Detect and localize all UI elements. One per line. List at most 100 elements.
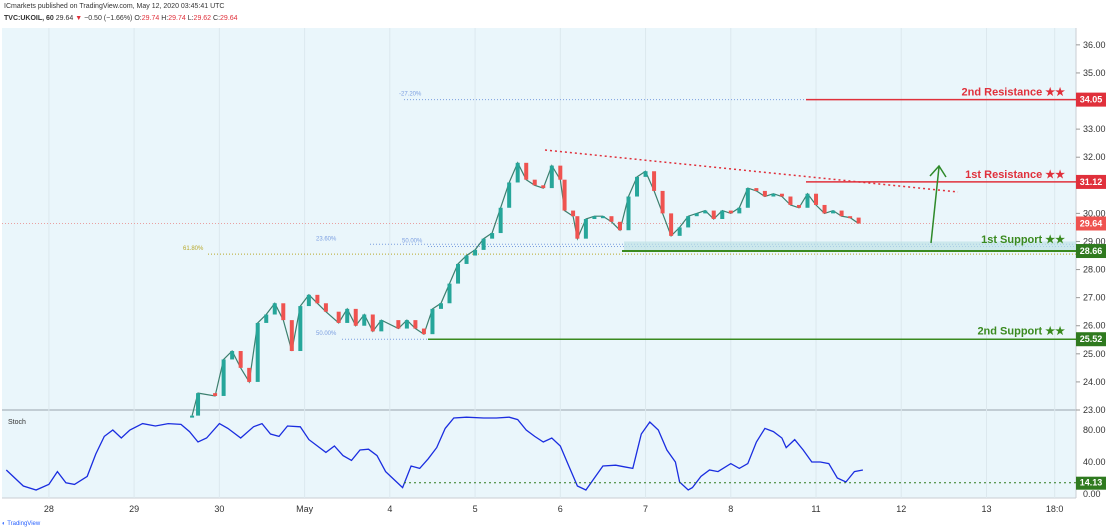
support-2-label: 2nd Support ★★ — [977, 325, 1065, 337]
price-point — [643, 171, 648, 177]
current-price-tag: 29.64 — [1076, 216, 1106, 231]
price-axis-tick-label: 36.00 — [1083, 40, 1106, 50]
price-point — [600, 216, 605, 219]
price-change: −0.50 (−1.66%) — [84, 15, 133, 22]
price-point — [771, 193, 776, 197]
price-point — [421, 328, 426, 335]
price-point — [814, 193, 819, 205]
price-point — [298, 306, 303, 352]
price-point — [255, 322, 260, 382]
price-point — [617, 221, 622, 231]
price-point — [281, 303, 286, 321]
price-point — [703, 210, 708, 214]
price-axis-tick-label: 27.00 — [1083, 293, 1106, 303]
stoch-axis-tick-label: 40.00 — [1083, 457, 1106, 467]
price-point — [306, 294, 311, 307]
fib-label-50-lower: 50.00% — [316, 331, 337, 337]
price-point — [447, 283, 452, 304]
time-axis-tick-label: 12 — [896, 504, 906, 514]
price-point — [353, 308, 358, 326]
resistance-2-label: 2nd Resistance ★★ — [962, 87, 1066, 99]
price-point — [779, 193, 784, 197]
price-point — [571, 210, 576, 217]
tradingview-logo-icon: ◐ TradingView — [2, 521, 41, 527]
symbol-line: TVC:UKOIL, 60 29.64 ▼ −0.50 (−1.66%) O:2… — [4, 15, 238, 22]
price-point — [370, 314, 375, 332]
price-axis-tick-label: 35.00 — [1083, 68, 1106, 78]
price-point — [498, 207, 503, 234]
resistance-2-price-tag: 34.05 — [1076, 92, 1106, 107]
price-point — [558, 165, 563, 180]
time-axis-tick-label: 7 — [643, 504, 648, 514]
stoch-value-tag: 14.13 — [1076, 476, 1106, 490]
price-axis-tick-label: 28.00 — [1083, 265, 1106, 275]
price-axis-tick-label: 25.00 — [1083, 349, 1106, 359]
stoch-axis-tick-label: 0.00 — [1083, 489, 1101, 499]
price-point — [264, 314, 269, 323]
price-point — [686, 216, 691, 228]
fib-label-61: 61.80% — [183, 246, 204, 252]
price-point — [481, 238, 486, 250]
price-point — [549, 165, 554, 189]
support-1-label: 1st Support ★★ — [981, 234, 1065, 246]
price-point — [413, 320, 418, 329]
price-point — [541, 185, 546, 189]
time-axis-tick-label: May — [296, 504, 314, 514]
ohlc-open: 29.74 — [141, 15, 160, 22]
price-point — [345, 308, 350, 323]
price-point — [831, 210, 836, 214]
price-point — [652, 171, 657, 191]
price-point — [694, 213, 699, 217]
price-point — [728, 210, 733, 214]
resistance-1-price-tag: 31.12 — [1076, 174, 1106, 189]
price-point — [272, 303, 277, 315]
price-axis-tick-label: 33.00 — [1083, 124, 1106, 134]
chart-canvas[interactable]: 36.0035.0034.0033.0032.0031.0030.0029.00… — [0, 28, 1113, 518]
ohlc-low: 29.62 — [193, 15, 212, 22]
price-point — [507, 182, 512, 208]
price-point — [456, 263, 461, 284]
price-point — [532, 179, 537, 186]
price-point — [575, 216, 580, 239]
ohlc-close: 29.64 — [220, 15, 238, 22]
price-point — [336, 311, 341, 323]
fib-label-neg27: -27.20% — [399, 92, 422, 98]
price-point — [473, 249, 478, 256]
time-axis-tick-label: 11 — [811, 504, 820, 514]
svg-text:31.12: 31.12 — [1080, 177, 1103, 187]
svg-text:34.05: 34.05 — [1080, 95, 1103, 105]
support-1-price-tag: 28.66 — [1076, 244, 1106, 259]
price-point — [213, 393, 218, 396]
price-point — [737, 207, 742, 214]
price-point — [515, 162, 520, 183]
fib-label-23: 23.60% — [316, 236, 337, 242]
time-axis-tick-label: 8 — [728, 504, 733, 514]
price-point — [221, 359, 226, 396]
price-point — [635, 176, 640, 197]
stoch-pane[interactable] — [2, 410, 1076, 498]
resistance-1-label: 1st Resistance ★★ — [965, 169, 1065, 181]
price-point — [230, 351, 235, 360]
price-point — [848, 216, 853, 219]
svg-text:29.64: 29.64 — [1080, 218, 1103, 228]
price-point — [839, 210, 844, 217]
price-pane[interactable] — [2, 28, 1076, 410]
time-axis-tick-label: 29 — [129, 504, 139, 514]
price-point — [745, 188, 750, 208]
price-point — [396, 320, 401, 329]
time-axis-tick-label: 30 — [214, 504, 224, 514]
price-point — [362, 314, 367, 326]
svg-text:28.66: 28.66 — [1080, 246, 1103, 256]
price-point — [289, 320, 294, 352]
ohlc-high: 29.74 — [168, 15, 186, 22]
change-down-icon: ▼ — [75, 15, 83, 22]
time-axis-tick-label: 13 — [981, 504, 991, 514]
support-2-price-tag: 25.52 — [1076, 332, 1106, 347]
time-axis-tick-label: 5 — [473, 504, 478, 514]
price-axis-tick-label: 23.00 — [1083, 405, 1106, 415]
price-point — [196, 393, 201, 416]
price-point — [856, 217, 861, 224]
svg-text:25.52: 25.52 — [1080, 334, 1103, 344]
time-axis-tick-label: 28 — [44, 504, 54, 514]
time-axis-tick-label: 18:0 — [1046, 504, 1064, 514]
